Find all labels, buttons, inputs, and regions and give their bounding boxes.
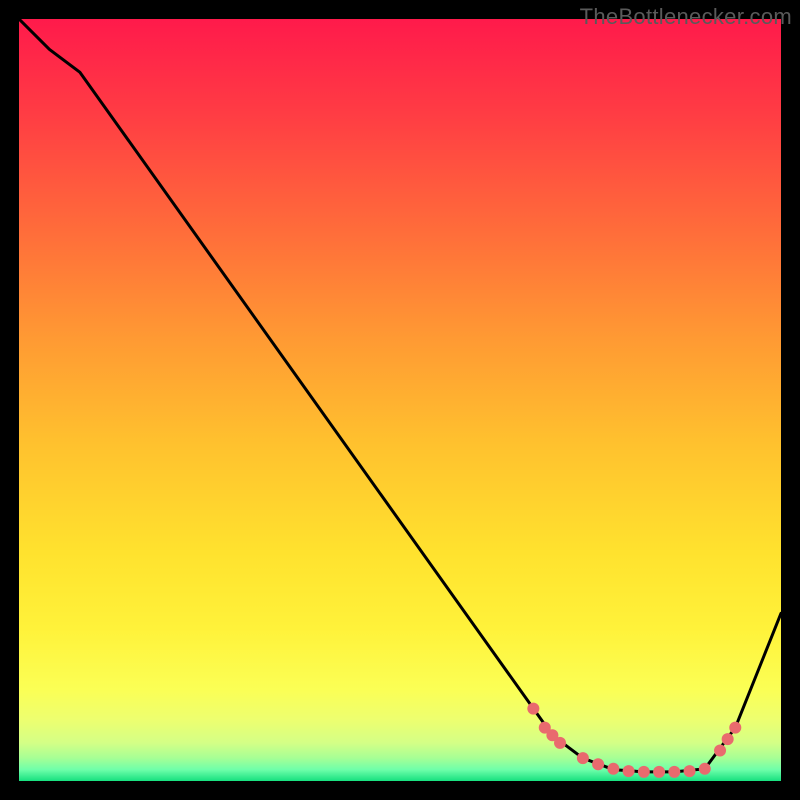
marker-dot bbox=[699, 763, 711, 775]
marker-dot bbox=[592, 758, 604, 770]
marker-dot bbox=[638, 766, 650, 778]
watermark-text: TheBottlenecker.com bbox=[580, 4, 792, 30]
marker-dot bbox=[714, 745, 726, 757]
gradient-background bbox=[19, 19, 781, 781]
marker-dot bbox=[623, 765, 635, 777]
marker-dot bbox=[577, 752, 589, 764]
plot-area bbox=[19, 19, 781, 781]
marker-dot bbox=[684, 765, 696, 777]
chart-svg bbox=[19, 19, 781, 781]
chart-container: TheBottlenecker.com bbox=[0, 0, 800, 800]
marker-dot bbox=[527, 703, 539, 715]
marker-dot bbox=[607, 763, 619, 775]
marker-dot bbox=[668, 766, 680, 778]
marker-dot bbox=[554, 737, 566, 749]
marker-dot bbox=[729, 722, 741, 734]
marker-dot bbox=[653, 766, 665, 778]
marker-dot bbox=[722, 733, 734, 745]
